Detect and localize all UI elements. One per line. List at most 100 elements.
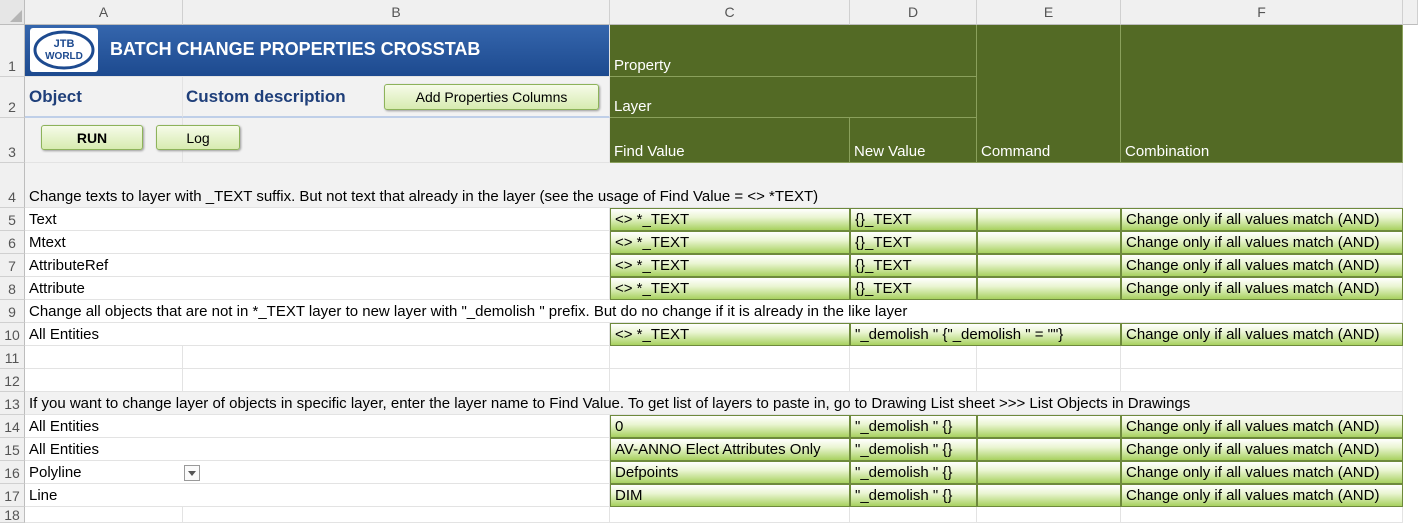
row-header-17[interactable]: 17: [0, 484, 25, 507]
new-value-cell[interactable]: "_demolish " {}: [850, 484, 977, 507]
command-header: Command: [977, 25, 1121, 163]
layer-header: Layer: [610, 77, 977, 118]
find-value-cell[interactable]: <> *_TEXT: [610, 254, 850, 277]
object-cell[interactable]: All Entities: [25, 438, 610, 461]
row-header-12[interactable]: 12: [0, 369, 25, 392]
object-cell[interactable]: Polyline: [25, 461, 610, 484]
empty-cell[interactable]: [610, 369, 850, 392]
command-cell[interactable]: [977, 438, 1121, 461]
row-header-7[interactable]: 7: [0, 254, 25, 277]
row-header-4[interactable]: 4: [0, 163, 25, 208]
command-cell[interactable]: [977, 277, 1121, 300]
row-header-16[interactable]: 16: [0, 461, 25, 484]
logo-text-line1: JTB: [54, 38, 75, 50]
combination-cell[interactable]: Change only if all values match (AND): [1121, 323, 1403, 346]
column-header-b[interactable]: B: [183, 0, 610, 25]
object-cell[interactable]: Text: [25, 208, 610, 231]
custom-description-label: Custom description: [186, 87, 346, 106]
command-cell[interactable]: [977, 461, 1121, 484]
combination-cell[interactable]: Change only if all values match (AND): [1121, 277, 1403, 300]
combination-cell[interactable]: Change only if all values match (AND): [1121, 415, 1403, 438]
find-value-cell[interactable]: <> *_TEXT: [610, 277, 850, 300]
new-value-cell[interactable]: {}_TEXT: [850, 231, 977, 254]
new-value-cell[interactable]: "_demolish " {}: [850, 438, 977, 461]
dropdown-arrow-icon[interactable]: [184, 465, 200, 481]
empty-cell[interactable]: [977, 346, 1121, 369]
new-value-cell[interactable]: "_demolish " {}: [850, 461, 977, 484]
empty-cell[interactable]: [1121, 507, 1403, 523]
empty-cell[interactable]: [1121, 346, 1403, 369]
find-value-cell[interactable]: <> *_TEXT: [610, 231, 850, 254]
object-cell[interactable]: Line: [25, 484, 610, 507]
empty-cell[interactable]: [25, 507, 183, 523]
empty-cell[interactable]: [1121, 369, 1403, 392]
column-header-e[interactable]: E: [977, 0, 1121, 25]
row-header-2[interactable]: 2: [0, 77, 25, 118]
find-value-cell[interactable]: Defpoints: [610, 461, 850, 484]
empty-cell[interactable]: [183, 346, 610, 369]
new-value-cell[interactable]: {}_TEXT: [850, 208, 977, 231]
row-header-6[interactable]: 6: [0, 231, 25, 254]
object-cell[interactable]: AttributeRef: [25, 254, 610, 277]
combination-cell[interactable]: Change only if all values match (AND): [1121, 208, 1403, 231]
command-cell[interactable]: [977, 231, 1121, 254]
row-header-13[interactable]: 13: [0, 392, 25, 415]
log-button[interactable]: Log: [156, 125, 240, 150]
empty-cell[interactable]: [977, 507, 1121, 523]
empty-cell[interactable]: [25, 369, 183, 392]
add-properties-columns-button[interactable]: Add Properties Columns: [384, 84, 599, 110]
find-value-header: Find Value: [610, 118, 850, 163]
row-header-5[interactable]: 5: [0, 208, 25, 231]
combination-cell[interactable]: Change only if all values match (AND): [1121, 231, 1403, 254]
empty-cell[interactable]: [183, 369, 610, 392]
new-value-cell[interactable]: "_demolish " {"_demolish " = ""}: [850, 323, 1121, 346]
row-header-1[interactable]: 1: [0, 25, 25, 77]
row-header-18[interactable]: 18: [0, 507, 25, 523]
column-header-f[interactable]: F: [1121, 0, 1403, 25]
empty-cell[interactable]: [25, 346, 183, 369]
command-cell[interactable]: [977, 484, 1121, 507]
row-header-11[interactable]: 11: [0, 346, 25, 369]
object-cell[interactable]: Mtext: [25, 231, 610, 254]
empty-cell[interactable]: [610, 507, 850, 523]
object-cell[interactable]: All Entities: [25, 323, 610, 346]
combination-cell[interactable]: Change only if all values match (AND): [1121, 254, 1403, 277]
column-header-c[interactable]: C: [610, 0, 850, 25]
row-header-9[interactable]: 9: [0, 300, 25, 323]
find-value-cell[interactable]: AV-ANNO Elect Attributes Only: [610, 438, 850, 461]
row-header-15[interactable]: 15: [0, 438, 25, 461]
find-value-cell[interactable]: 0: [610, 415, 850, 438]
combination-cell[interactable]: Change only if all values match (AND): [1121, 438, 1403, 461]
row-header-3[interactable]: 3: [0, 118, 25, 163]
object-cell[interactable]: All Entities: [25, 415, 610, 438]
column-header-d[interactable]: D: [850, 0, 977, 25]
command-cell[interactable]: [977, 208, 1121, 231]
find-value-cell[interactable]: DIM: [610, 484, 850, 507]
object-cell[interactable]: Attribute: [25, 277, 610, 300]
find-value-cell[interactable]: <> *_TEXT: [610, 323, 850, 346]
row-header-8[interactable]: 8: [0, 277, 25, 300]
new-value-cell[interactable]: "_demolish " {}: [850, 415, 977, 438]
logo-text-line2: WORLD: [45, 51, 83, 62]
empty-cell[interactable]: [850, 369, 977, 392]
column-header-blank: [1403, 0, 1418, 25]
find-value-cell[interactable]: <> *_TEXT: [610, 208, 850, 231]
empty-cell[interactable]: [610, 346, 850, 369]
empty-cell[interactable]: [977, 369, 1121, 392]
command-cell[interactable]: [977, 415, 1121, 438]
empty-cell[interactable]: [183, 507, 610, 523]
property-header: Property: [610, 25, 977, 77]
select-all-corner[interactable]: [0, 0, 25, 25]
row-header-14[interactable]: 14: [0, 415, 25, 438]
empty-cell[interactable]: [850, 346, 977, 369]
new-value-cell[interactable]: {}_TEXT: [850, 277, 977, 300]
column-header-a[interactable]: A: [25, 0, 183, 25]
new-value-cell[interactable]: {}_TEXT: [850, 254, 977, 277]
command-cell[interactable]: [977, 254, 1121, 277]
empty-cell[interactable]: [850, 507, 977, 523]
run-button[interactable]: RUN: [41, 125, 143, 150]
combination-cell[interactable]: Change only if all values match (AND): [1121, 461, 1403, 484]
combination-cell[interactable]: Change only if all values match (AND): [1121, 484, 1403, 507]
spreadsheet: A B C D E F 1 2 3 4 5 6 7 8 9 10 11 12 1…: [0, 0, 1418, 523]
row-header-10[interactable]: 10: [0, 323, 25, 346]
